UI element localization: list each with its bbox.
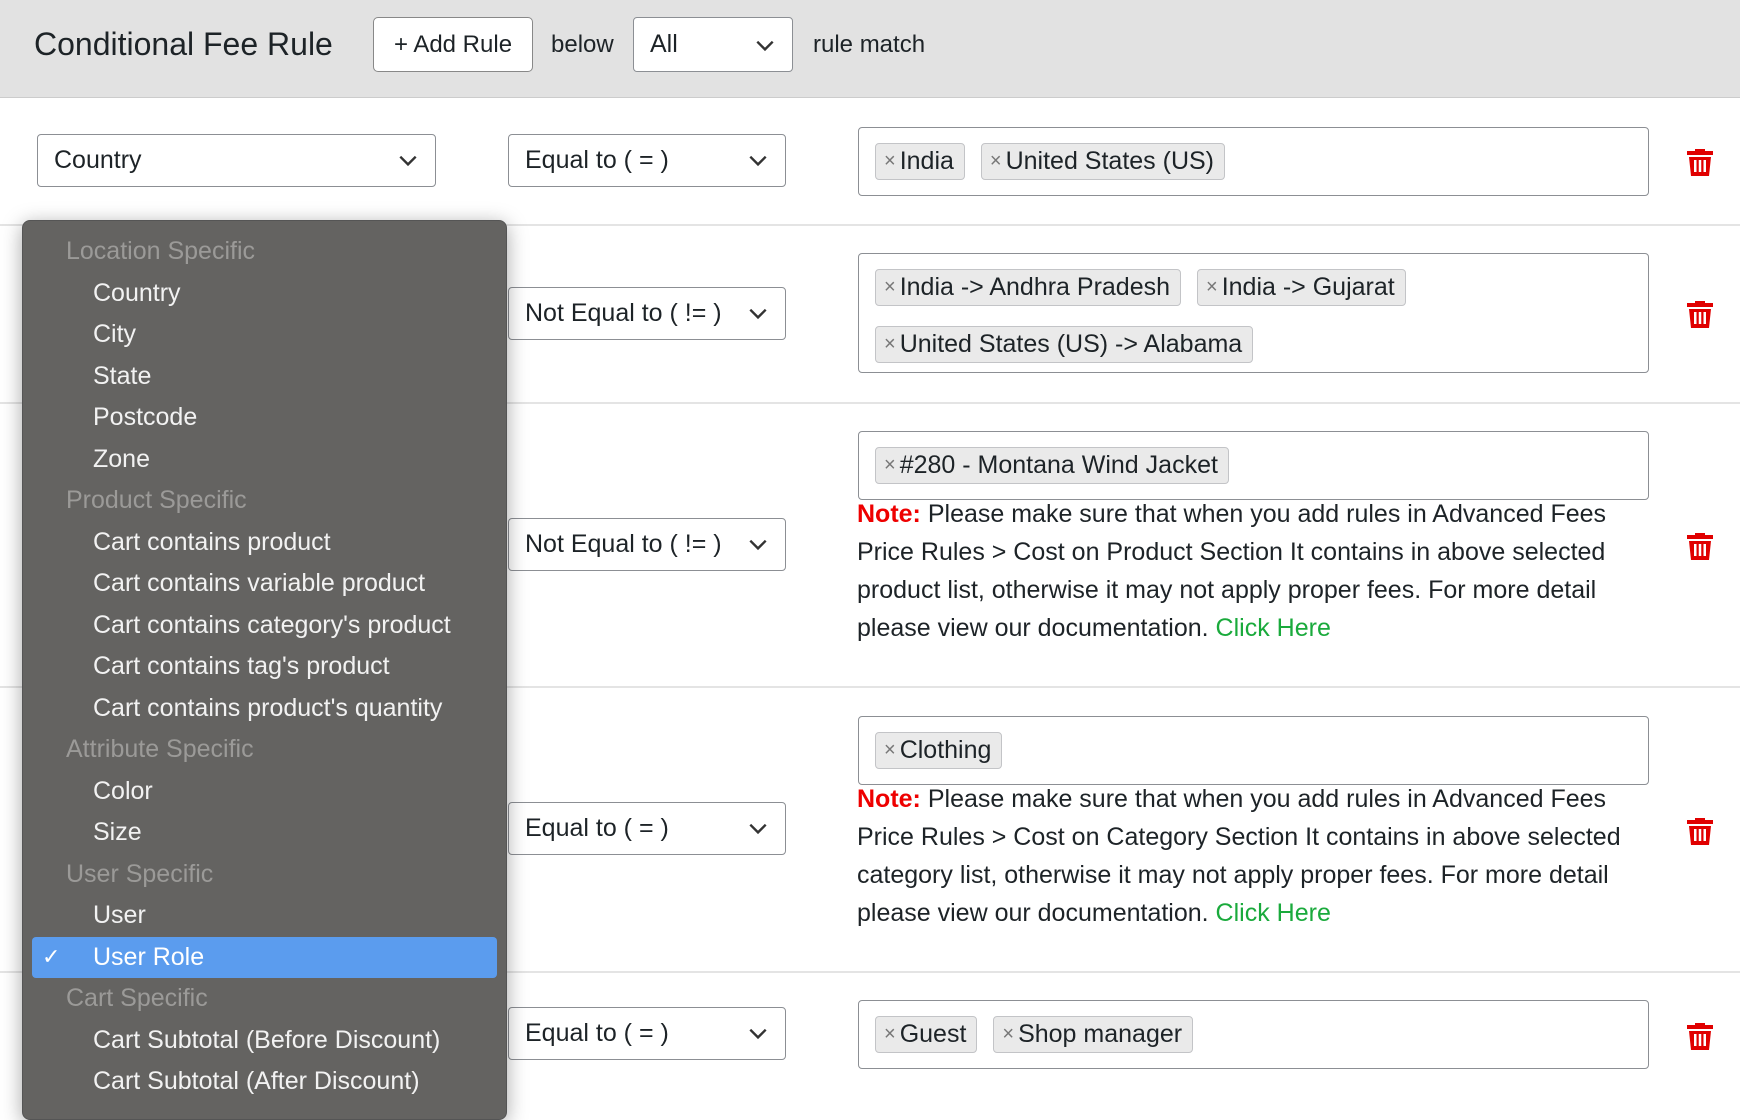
remove-tag-icon[interactable]: × (1206, 276, 1218, 299)
field-value: Country (54, 146, 142, 175)
values-multiselect[interactable]: ×Guest×Shop manager (858, 1000, 1649, 1069)
tag-label: India (900, 147, 954, 176)
chevron-down-icon (747, 302, 769, 324)
dropdown-option[interactable]: Cart contains tag's product (23, 646, 506, 688)
match-select-value: All (650, 30, 678, 59)
condition-field-dropdown[interactable]: Location SpecificCountryCityStatePostcod… (22, 220, 507, 1120)
note-text: Note: Please make sure that when you add… (857, 780, 1657, 932)
chevron-down-icon (754, 34, 776, 56)
operator-value: Equal to ( = ) (525, 1019, 669, 1048)
operator-value: Equal to ( = ) (525, 814, 669, 843)
dropdown-option[interactable]: Color (23, 771, 506, 813)
dropdown-group-label: Attribute Specific (23, 729, 506, 771)
value-tag: ×India (875, 143, 965, 180)
dropdown-option[interactable]: Cart Subtotal (After Discount) (23, 1061, 506, 1103)
match-select[interactable]: All (633, 17, 793, 72)
remove-tag-icon[interactable]: × (884, 333, 896, 356)
dropdown-group-label: Location Specific (23, 231, 506, 273)
value-tag: ×Clothing (875, 732, 1002, 769)
values-multiselect[interactable]: ×Clothing (858, 716, 1649, 785)
delete-rule-trash-icon[interactable] (1686, 146, 1714, 176)
delete-rule-trash-icon[interactable] (1686, 815, 1714, 845)
dropdown-option[interactable]: City (23, 314, 506, 356)
dropdown-option[interactable]: Postcode (23, 397, 506, 439)
documentation-link[interactable]: Click Here (1216, 899, 1331, 927)
remove-tag-icon[interactable]: × (884, 454, 896, 477)
dropdown-option[interactable]: Cart Subtotal (Before Discount) (23, 1020, 506, 1062)
operator-value: Not Equal to ( != ) (525, 299, 722, 328)
rule-match-label: rule match (813, 31, 925, 59)
values-multiselect[interactable]: ×India×United States (US) (858, 127, 1649, 196)
operator-select[interactable]: Equal to ( = ) (508, 134, 786, 187)
tag-label: United States (US) (1006, 147, 1214, 176)
remove-tag-icon[interactable]: × (990, 150, 1002, 173)
value-tag: ×Guest (875, 1016, 977, 1053)
tag-label: Clothing (900, 736, 992, 765)
value-tag: ×United States (US) -> Alabama (875, 326, 1253, 363)
delete-rule-trash-icon[interactable] (1686, 530, 1714, 560)
note-label: Note: (857, 500, 921, 528)
remove-tag-icon[interactable]: × (884, 1023, 896, 1046)
dropdown-option[interactable]: Size (23, 812, 506, 854)
note-label: Note: (857, 785, 921, 813)
header-bar: Conditional Fee Rule + Add Rule below Al… (0, 0, 1740, 98)
operator-select[interactable]: Equal to ( = ) (508, 1007, 786, 1060)
tag-label: Shop manager (1018, 1020, 1182, 1049)
remove-tag-icon[interactable]: × (884, 150, 896, 173)
tag-label: India -> Gujarat (1222, 273, 1395, 302)
dropdown-group-label: Cart Specific (23, 978, 506, 1020)
delete-rule-trash-icon[interactable] (1686, 1020, 1714, 1050)
dropdown-option[interactable]: Cart contains category's product (23, 605, 506, 647)
dropdown-option[interactable]: User (23, 895, 506, 937)
remove-tag-icon[interactable]: × (1002, 1023, 1014, 1046)
remove-tag-icon[interactable]: × (884, 739, 896, 762)
value-tag: ×India -> Andhra Pradesh (875, 269, 1181, 306)
operator-select[interactable]: Not Equal to ( != ) (508, 287, 786, 340)
value-tag: ×#280 - Montana Wind Jacket (875, 447, 1229, 484)
operator-select[interactable]: Equal to ( = ) (508, 802, 786, 855)
operator-value: Equal to ( = ) (525, 146, 669, 175)
operator-select[interactable]: Not Equal to ( != ) (508, 518, 786, 571)
option-label: User Role (93, 943, 204, 972)
value-tag: ×India -> Gujarat (1197, 269, 1406, 306)
dropdown-option-selected[interactable]: ✓ User Role (32, 937, 497, 979)
checkmark-icon: ✓ (42, 944, 60, 970)
value-tag: ×Shop manager (993, 1016, 1193, 1053)
dropdown-option[interactable]: Cart contains variable product (23, 563, 506, 605)
dropdown-option[interactable]: Country (23, 273, 506, 315)
value-tag: ×United States (US) (981, 143, 1225, 180)
documentation-link[interactable]: Click Here (1216, 614, 1331, 642)
chevron-down-icon (747, 533, 769, 555)
add-rule-button[interactable]: + Add Rule (373, 17, 533, 72)
dropdown-option[interactable]: Zone (23, 439, 506, 481)
below-label: below (551, 31, 614, 59)
remove-tag-icon[interactable]: × (884, 276, 896, 299)
chevron-down-icon (747, 149, 769, 171)
operator-value: Not Equal to ( != ) (525, 530, 722, 559)
note-text: Note: Please make sure that when you add… (857, 495, 1657, 647)
dropdown-group-label: Product Specific (23, 480, 506, 522)
page-title: Conditional Fee Rule (34, 26, 333, 63)
tag-label: #280 - Montana Wind Jacket (900, 451, 1218, 480)
tag-label: India -> Andhra Pradesh (900, 273, 1170, 302)
tag-label: Guest (900, 1020, 967, 1049)
values-multiselect[interactable]: ×#280 - Montana Wind Jacket (858, 431, 1649, 500)
delete-rule-trash-icon[interactable] (1686, 298, 1714, 328)
dropdown-option[interactable]: Cart contains product (23, 522, 506, 564)
values-multiselect[interactable]: ×India -> Andhra Pradesh×India -> Gujara… (858, 253, 1649, 373)
condition-field-select[interactable]: Country (37, 134, 436, 187)
dropdown-option[interactable]: State (23, 356, 506, 398)
dropdown-group-label: User Specific (23, 854, 506, 896)
chevron-down-icon (747, 1022, 769, 1044)
chevron-down-icon (747, 817, 769, 839)
dropdown-option[interactable]: Cart contains product's quantity (23, 688, 506, 730)
tag-label: United States (US) -> Alabama (900, 330, 1243, 359)
chevron-down-icon (397, 149, 419, 171)
